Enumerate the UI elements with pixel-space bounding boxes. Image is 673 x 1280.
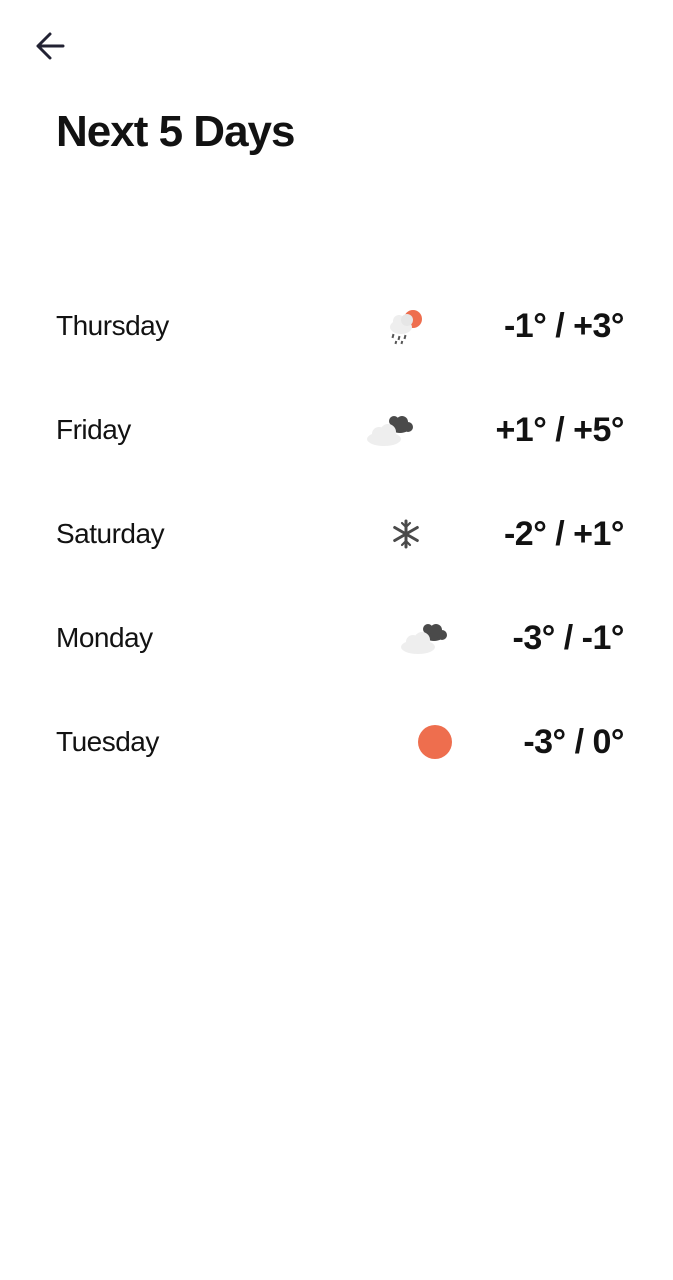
day-label: Saturday: [56, 518, 165, 549]
sun-cloud-rain-icon: [386, 294, 428, 358]
temperature-range: +1° / +5°: [495, 411, 624, 449]
forecast-row-tuesday[interactable]: Tuesday -3° / 0°: [56, 708, 624, 812]
cloudy-icon: [398, 606, 450, 670]
temperature-range: -3° / -1°: [512, 619, 625, 657]
forecast-row-friday[interactable]: Friday +1° / +5°: [56, 396, 624, 500]
forecast-row-saturday[interactable]: Saturday -2° / +1°: [56, 500, 625, 604]
temperature-range: -3° / 0°: [523, 723, 624, 761]
page-title: Next 5 Days: [56, 107, 295, 156]
temperature-range: -2° / +1°: [503, 515, 625, 553]
day-label: Monday: [56, 622, 153, 653]
day-label: Thursday: [56, 310, 169, 341]
snowflake-icon: [388, 502, 424, 566]
sun-icon: [416, 710, 454, 774]
back-button[interactable]: [28, 24, 72, 68]
day-label: Friday: [56, 414, 131, 445]
cloudy-icon: [364, 398, 416, 462]
temperature-range: -1° / +3°: [503, 307, 625, 345]
forecast-row-thursday[interactable]: Thursday -1° / +3°: [56, 292, 625, 396]
forecast-row-monday[interactable]: Monday -3° / -1°: [56, 604, 624, 708]
day-label: Tuesday: [56, 726, 159, 757]
arrow-left-icon: [36, 32, 65, 60]
forecast-list: Thursday -1° / +3° Friday +1° / +5° Satu…: [56, 292, 625, 812]
